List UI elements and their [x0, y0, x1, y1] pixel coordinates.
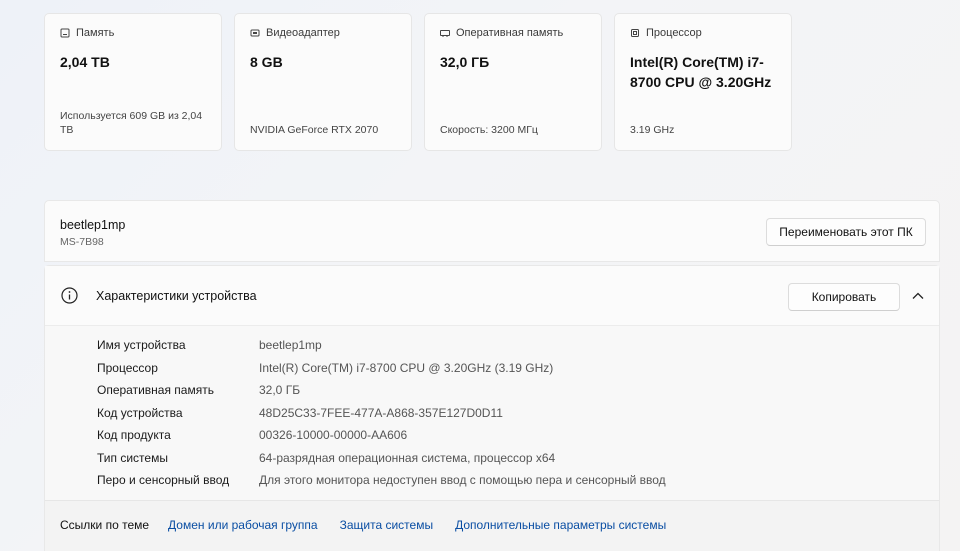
card-value: Intel(R) Core(TM) i7-8700 CPU @ 3.20GHz [630, 54, 772, 90]
card-title: Оперативная память [456, 27, 564, 39]
card-value: 32,0 ГБ [440, 54, 490, 70]
ram-card: Оперативная память 32,0 ГБ Скорость: 320… [424, 13, 602, 151]
pc-name: beetlep1mp [60, 218, 126, 232]
spec-label: Оперативная память [97, 383, 214, 398]
spec-label: Код продукта [97, 428, 171, 443]
spec-row: Код устройства 48D25C33-7FEE-477A-A868-3… [97, 402, 666, 425]
link-domain-workgroup[interactable]: Домен или рабочая группа [168, 518, 318, 532]
copy-button[interactable]: Копировать [788, 283, 900, 311]
spec-value: 00326-10000-00000-AA606 [259, 428, 408, 443]
cpu-icon [631, 29, 639, 37]
storage-card: Память 2,04 TB Используется 609 GB из 2,… [44, 13, 222, 151]
related-links-bar: Ссылки по теме Домен или рабочая группа … [45, 500, 939, 551]
pc-model: MS-7B98 [60, 236, 104, 248]
rename-pc-button[interactable]: Переименовать этот ПК [766, 218, 926, 246]
spec-row: Перо и сенсорный ввод Для этого монитора… [97, 469, 666, 492]
spec-label: Имя устройства [97, 338, 186, 353]
card-value: 2,04 TB [60, 54, 110, 70]
related-links-title: Ссылки по теме [60, 518, 150, 532]
spec-label: Тип системы [97, 450, 168, 465]
spec-value: Intel(R) Core(TM) i7-8700 CPU @ 3.20GHz … [259, 360, 554, 375]
card-note: 3.19 GHz [630, 124, 675, 136]
device-specs-title: Характеристики устройства [96, 289, 257, 303]
spec-label: Перо и сенсорный ввод [97, 473, 230, 488]
spec-label: Код устройства [97, 405, 183, 420]
card-note: Используется 609 GB из 2,04 TB [60, 110, 203, 136]
gpu-icon [250, 29, 260, 37]
chevron-up-icon[interactable] [911, 290, 925, 302]
spec-value: 32,0 ГБ [259, 383, 301, 398]
info-icon [61, 287, 78, 304]
spec-value: 64-разрядная операционная система, проце… [259, 450, 556, 465]
card-title: Процессор [646, 27, 702, 39]
spec-value: beetlep1mp [259, 338, 322, 353]
spec-value: 48D25C33-7FEE-477A-A868-357E127D0D11 [259, 405, 503, 420]
card-note: Скорость: 3200 МГц [440, 124, 538, 136]
card-note: NVIDIA GeForce RTX 2070 [250, 124, 379, 136]
gpu-card: Видеоадаптер 8 GB NVIDIA GeForce RTX 207… [234, 13, 412, 151]
spec-row: Имя устройства beetlep1mp [97, 334, 666, 357]
storage-icon [60, 28, 70, 38]
device-specs-list: Имя устройства beetlep1mp Процессор Inte… [97, 334, 666, 492]
device-specs-panel: Характеристики устройства Копировать Имя… [44, 265, 940, 551]
spec-row: Процессор Intel(R) Core(TM) i7-8700 CPU … [97, 357, 666, 380]
device-specs-header[interactable]: Характеристики устройства Копировать [45, 266, 939, 326]
spec-row: Тип системы 64-разрядная операционная си… [97, 447, 666, 470]
card-title: Память [76, 27, 115, 39]
link-advanced-system-settings[interactable]: Дополнительные параметры системы [455, 518, 666, 532]
card-value: 8 GB [250, 54, 283, 70]
link-system-protection[interactable]: Защита системы [340, 518, 433, 532]
spec-row: Оперативная память 32,0 ГБ [97, 379, 666, 402]
cpu-card: Процессор Intel(R) Core(TM) i7-8700 CPU … [614, 13, 792, 151]
spec-value: Для этого монитора недоступен ввод с пом… [259, 473, 666, 488]
spec-cards: Память 2,04 TB Используется 609 GB из 2,… [44, 13, 792, 151]
spec-label: Процессор [97, 360, 158, 375]
ram-icon [440, 30, 450, 37]
spec-row: Код продукта 00326-10000-00000-AA606 [97, 424, 666, 447]
pc-name-bar: beetlep1mp MS-7B98 Переименовать этот ПК [44, 200, 940, 262]
card-title: Видеоадаптер [266, 27, 340, 39]
